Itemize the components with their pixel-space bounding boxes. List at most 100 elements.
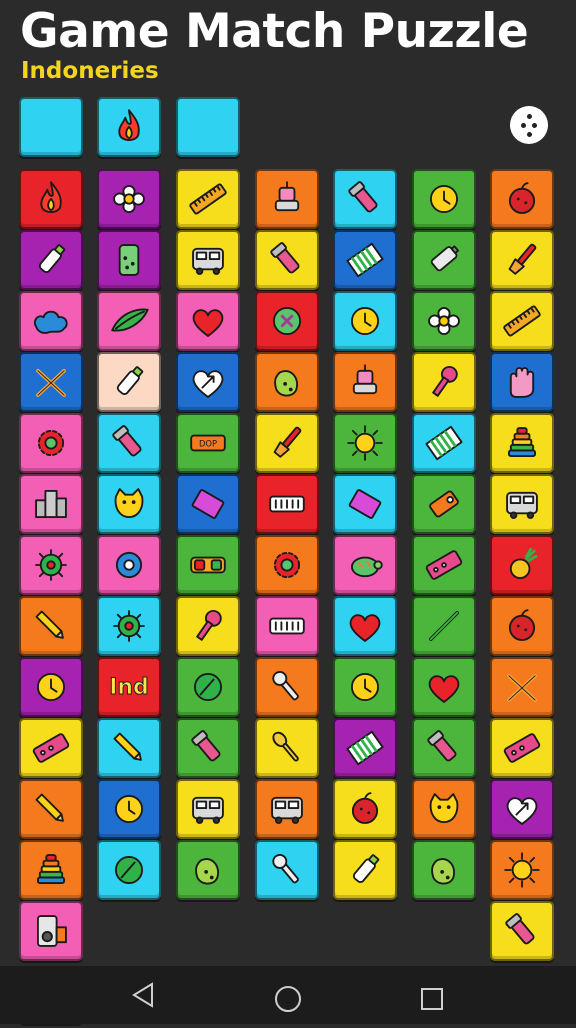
- board-tile[interactable]: [176, 596, 240, 656]
- board-tile[interactable]: [333, 474, 397, 534]
- board-tile[interactable]: [333, 840, 397, 900]
- back-button[interactable]: [102, 966, 182, 1024]
- board-tile[interactable]: [412, 169, 476, 229]
- board-tile[interactable]: [333, 413, 397, 473]
- board-tile[interactable]: [412, 779, 476, 839]
- board-tile[interactable]: [490, 474, 554, 534]
- home-button[interactable]: [248, 966, 328, 1024]
- board-tile[interactable]: [412, 413, 476, 473]
- board-tile[interactable]: [176, 840, 240, 900]
- board-tile[interactable]: [255, 352, 319, 412]
- board-tile[interactable]: [97, 352, 161, 412]
- board-tile[interactable]: [19, 779, 83, 839]
- board-tile[interactable]: [97, 291, 161, 351]
- board-tile[interactable]: [333, 352, 397, 412]
- board-tile[interactable]: [412, 535, 476, 595]
- board-tile[interactable]: [333, 535, 397, 595]
- board-tile[interactable]: [19, 474, 83, 534]
- board-tile[interactable]: [19, 535, 83, 595]
- board-tile[interactable]: [176, 779, 240, 839]
- board-tile[interactable]: [490, 535, 554, 595]
- ticket-icon: [32, 733, 70, 763]
- board-tile[interactable]: [176, 535, 240, 595]
- board-tile[interactable]: [333, 291, 397, 351]
- board-tile[interactable]: [255, 718, 319, 778]
- board-tile[interactable]: [333, 596, 397, 656]
- board-tile[interactable]: [412, 230, 476, 290]
- flashlight-icon: [427, 730, 457, 762]
- board-tile[interactable]: [255, 535, 319, 595]
- board-tile[interactable]: [333, 230, 397, 290]
- board-tile[interactable]: [490, 901, 554, 961]
- board-tile[interactable]: [412, 352, 476, 412]
- board-tile[interactable]: [412, 657, 476, 717]
- board-tile[interactable]: [490, 230, 554, 290]
- board-tile[interactable]: [97, 779, 161, 839]
- board-tile[interactable]: [97, 840, 161, 900]
- board-tile[interactable]: [255, 779, 319, 839]
- robot-icon: [274, 181, 300, 212]
- board-tile[interactable]: [490, 657, 554, 717]
- tray-tile[interactable]: [97, 97, 161, 157]
- ruler-icon: [189, 183, 227, 215]
- board-tile[interactable]: [255, 596, 319, 656]
- board-tile[interactable]: [490, 779, 554, 839]
- board-tile[interactable]: [333, 169, 397, 229]
- board-tile[interactable]: [255, 169, 319, 229]
- board-tile[interactable]: [19, 352, 83, 412]
- board-tile[interactable]: Ind: [97, 657, 161, 717]
- ticket-icon: [503, 733, 541, 763]
- board-tile[interactable]: [255, 474, 319, 534]
- board-tile[interactable]: [19, 230, 83, 290]
- board-tile[interactable]: [97, 596, 161, 656]
- board-tile[interactable]: [176, 291, 240, 351]
- board-tile[interactable]: [412, 840, 476, 900]
- board-tile[interactable]: [333, 657, 397, 717]
- tray-tile[interactable]: [176, 97, 240, 157]
- board-tile[interactable]: DOP: [176, 413, 240, 473]
- wrench-icon: [272, 670, 299, 701]
- tray-tile[interactable]: [19, 97, 83, 157]
- cross-sticks-icon: [36, 368, 66, 397]
- board-tile[interactable]: [490, 169, 554, 229]
- board-tile[interactable]: [97, 413, 161, 473]
- board-tile[interactable]: [19, 718, 83, 778]
- board-tile[interactable]: [412, 596, 476, 656]
- board-tile[interactable]: [412, 474, 476, 534]
- board-tile[interactable]: [176, 230, 240, 290]
- board-tile[interactable]: [333, 779, 397, 839]
- board-tile[interactable]: [255, 230, 319, 290]
- board-tile[interactable]: [19, 901, 83, 961]
- board-tile[interactable]: [176, 169, 240, 229]
- board-tile[interactable]: [97, 535, 161, 595]
- board-tile[interactable]: [176, 657, 240, 717]
- board-tile[interactable]: [333, 718, 397, 778]
- board-tile[interactable]: [490, 291, 554, 351]
- board-tile[interactable]: [490, 596, 554, 656]
- board-tile[interactable]: [255, 657, 319, 717]
- board-tile[interactable]: [490, 840, 554, 900]
- board-tile[interactable]: [97, 718, 161, 778]
- board-tile[interactable]: [19, 291, 83, 351]
- board-tile[interactable]: [255, 413, 319, 473]
- board-tile[interactable]: [176, 718, 240, 778]
- board-tile[interactable]: [19, 169, 83, 229]
- board-tile[interactable]: [19, 840, 83, 900]
- board-tile[interactable]: [490, 718, 554, 778]
- more-options-button[interactable]: [510, 106, 548, 144]
- board-tile[interactable]: [19, 657, 83, 717]
- board-tile[interactable]: [19, 596, 83, 656]
- board-tile[interactable]: [176, 352, 240, 412]
- board-tile[interactable]: [412, 718, 476, 778]
- board-tile[interactable]: [255, 291, 319, 351]
- board-tile[interactable]: [412, 291, 476, 351]
- board-tile[interactable]: [255, 840, 319, 900]
- board-tile[interactable]: [176, 474, 240, 534]
- recents-button[interactable]: [392, 966, 472, 1024]
- board-tile[interactable]: [97, 474, 161, 534]
- board-tile[interactable]: [490, 413, 554, 473]
- board-tile[interactable]: [490, 352, 554, 412]
- board-tile[interactable]: [97, 169, 161, 229]
- board-tile[interactable]: [97, 230, 161, 290]
- board-tile[interactable]: [19, 413, 83, 473]
